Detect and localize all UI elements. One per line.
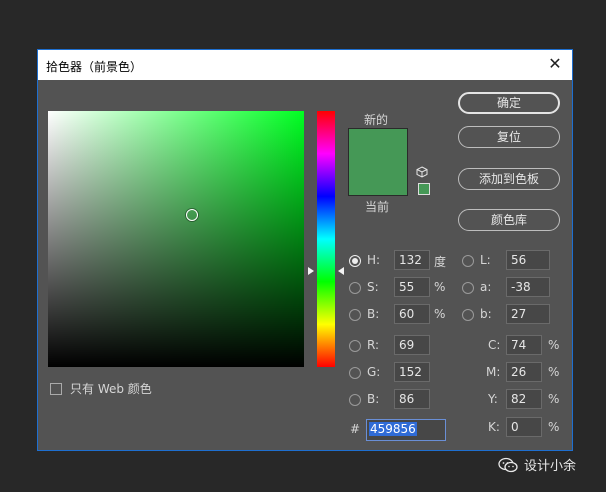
unit-y: % xyxy=(548,392,560,406)
label-k: K: xyxy=(488,420,500,434)
cube-icon[interactable] xyxy=(416,166,428,178)
reset-button[interactable]: 复位 xyxy=(458,126,560,148)
radio-l[interactable] xyxy=(462,255,474,267)
hex-value: 459856 xyxy=(369,422,417,436)
web-safe-swatch[interactable] xyxy=(418,183,430,195)
unit-k: % xyxy=(548,420,560,434)
label-g: G: xyxy=(367,365,381,379)
input-a[interactable]: -38 xyxy=(506,277,550,297)
input-r[interactable]: 69 xyxy=(394,335,430,355)
input-h[interactable]: 132 xyxy=(394,250,430,270)
radio-rgb-b[interactable] xyxy=(349,394,361,406)
hue-slider-right-arrow-icon[interactable] xyxy=(338,267,344,275)
ok-button[interactable]: 确定 xyxy=(458,92,560,114)
input-g[interactable]: 152 xyxy=(394,362,430,382)
radio-s[interactable] xyxy=(349,282,361,294)
label-c: C: xyxy=(488,338,501,352)
label-h: H: xyxy=(367,253,381,267)
new-color-label: 新的 xyxy=(364,113,389,127)
color-field[interactable] xyxy=(48,111,304,367)
new-color-swatch xyxy=(348,128,408,196)
hex-label: # xyxy=(350,422,361,436)
unit-h: 度 xyxy=(434,255,447,269)
color-field-cursor[interactable] xyxy=(186,209,198,221)
label-l: L: xyxy=(480,253,491,267)
label-a: a: xyxy=(480,280,492,294)
unit-b: % xyxy=(434,307,446,321)
label-m: M: xyxy=(486,365,501,379)
unit-s: % xyxy=(434,280,446,294)
radio-lab-b[interactable] xyxy=(462,309,474,321)
input-rgb-b[interactable]: 86 xyxy=(394,389,430,409)
hex-input[interactable]: 459856 xyxy=(366,419,446,441)
close-icon[interactable]: ✕ xyxy=(546,55,564,73)
label-s: S: xyxy=(367,280,379,294)
input-c[interactable]: 74 xyxy=(506,335,542,355)
current-color-label: 当前 xyxy=(365,200,390,214)
web-colors-label: 只有 Web 颜色 xyxy=(70,382,152,396)
hue-slider-left-arrow-icon[interactable] xyxy=(308,267,314,275)
web-colors-checkbox[interactable] xyxy=(50,382,62,395)
wechat-icon xyxy=(498,457,518,472)
input-m[interactable]: 26 xyxy=(506,362,542,382)
hue-slider[interactable] xyxy=(317,111,335,367)
input-b[interactable]: 60 xyxy=(394,304,430,324)
color-libraries-button[interactable]: 颜色库 xyxy=(458,209,560,231)
label-lab-b: b: xyxy=(480,307,492,321)
color-picker-dialog: 拾色器（前景色） ✕ 只有 Web 颜色 新的 当前 确定 复位 添加到色板 颜… xyxy=(37,49,573,451)
unit-m: % xyxy=(548,365,560,379)
input-y[interactable]: 82 xyxy=(506,389,542,409)
input-k[interactable]: 0 xyxy=(506,417,542,437)
web-colors-option[interactable]: 只有 Web 颜色 xyxy=(50,380,152,397)
label-rgb-b: B: xyxy=(367,392,380,406)
radio-r[interactable] xyxy=(349,340,361,352)
watermark-text: 设计小余 xyxy=(524,459,577,474)
radio-b[interactable] xyxy=(349,309,361,321)
radio-h[interactable] xyxy=(349,255,361,267)
watermark: 设计小余 xyxy=(498,455,576,474)
input-s[interactable]: 55 xyxy=(394,277,430,297)
radio-a[interactable] xyxy=(462,282,474,294)
label-b: B: xyxy=(367,307,380,321)
title-bar: 拾色器（前景色） ✕ xyxy=(38,50,572,80)
dialog-title: 拾色器（前景色） xyxy=(46,60,143,74)
radio-g[interactable] xyxy=(349,367,361,379)
unit-c: % xyxy=(548,338,560,352)
add-to-swatches-button[interactable]: 添加到色板 xyxy=(458,168,560,190)
label-r: R: xyxy=(367,338,380,352)
input-l[interactable]: 56 xyxy=(506,250,550,270)
label-y: Y: xyxy=(488,392,498,406)
input-lab-b[interactable]: 27 xyxy=(506,304,550,324)
